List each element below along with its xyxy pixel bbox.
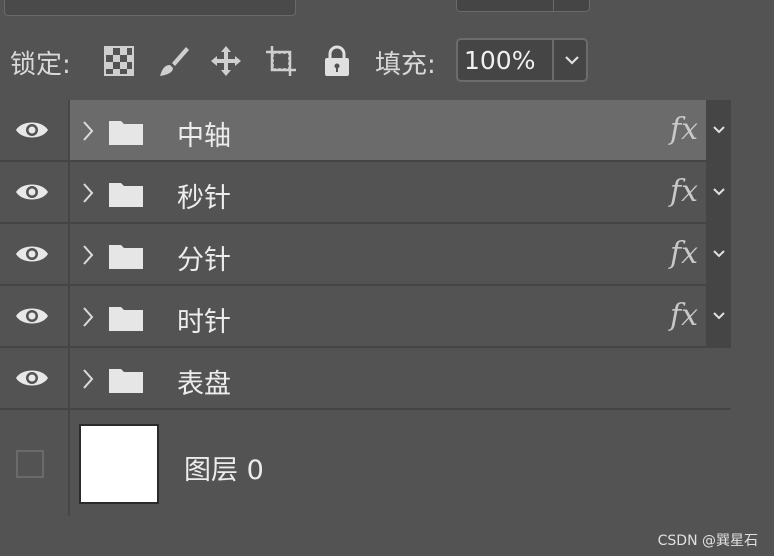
eye-icon: [16, 370, 48, 386]
layer-name[interactable]: 图层 0: [184, 448, 264, 487]
visibility-toggle[interactable]: [0, 286, 70, 346]
layer-row-background[interactable]: 图层 0: [0, 410, 731, 516]
effects-expand[interactable]: [706, 224, 731, 284]
lock-label: 锁定:: [10, 50, 71, 80]
layer-name[interactable]: 中轴: [177, 114, 231, 153]
chevron-right-icon[interactable]: [82, 182, 94, 204]
chevron-right-icon[interactable]: [82, 120, 94, 142]
panel-scroll-area: [731, 100, 774, 518]
effects-badge[interactable]: fx: [670, 174, 698, 209]
move-icon[interactable]: [209, 44, 243, 78]
chevron-down-icon: [713, 188, 725, 196]
lock-options-row: 锁定: 填充: 100%: [0, 22, 774, 100]
opacity-field[interactable]: [456, 0, 590, 12]
chevron-down-icon: [713, 126, 725, 134]
folder-icon: [109, 307, 143, 331]
layer-content[interactable]: 秒针 fx: [70, 162, 706, 222]
layer-thumbnail[interactable]: [79, 424, 159, 504]
layer-row[interactable]: 时针 fx: [0, 286, 731, 348]
chevron-right-icon[interactable]: [82, 306, 94, 328]
folder-icon: [109, 245, 143, 269]
effects-expand[interactable]: [706, 100, 731, 160]
chevron-right-icon[interactable]: [82, 368, 94, 390]
brush-icon[interactable]: [156, 44, 190, 78]
visibility-box-icon: [16, 450, 44, 478]
layer-row[interactable]: 中轴 fx: [0, 100, 731, 162]
blend-mode-dropdown[interactable]: [4, 0, 296, 16]
folder-icon: [109, 121, 143, 145]
checker-icon[interactable]: [102, 44, 136, 78]
layer-row[interactable]: 分针 fx: [0, 224, 731, 286]
effects-expand[interactable]: [706, 162, 731, 222]
fill-value[interactable]: 100%: [464, 46, 535, 75]
layer-content[interactable]: 分针 fx: [70, 224, 706, 284]
watermark: CSDN @巽星石: [657, 533, 758, 549]
effects-badge[interactable]: fx: [670, 112, 698, 147]
fill-label: 填充:: [375, 50, 436, 80]
visibility-toggle[interactable]: [0, 100, 70, 160]
eye-icon: [16, 184, 48, 200]
visibility-toggle[interactable]: [0, 348, 70, 408]
layer-name[interactable]: 表盘: [177, 362, 231, 401]
top-options-strip: [0, 0, 774, 22]
layer-content[interactable]: 中轴 fx: [70, 100, 706, 160]
effects-expand[interactable]: [706, 286, 731, 346]
fill-field[interactable]: 100%: [456, 38, 588, 82]
eye-icon: [16, 308, 48, 324]
visibility-toggle[interactable]: [0, 162, 70, 222]
layer-name[interactable]: 秒针: [177, 176, 231, 215]
layer-row[interactable]: 秒针 fx: [0, 162, 731, 224]
layers-list: 中轴 fx 秒针 fx 分针 fx 时针 fx 表盘 图层 0: [0, 100, 731, 516]
artboard-icon[interactable]: [264, 44, 298, 78]
layer-row[interactable]: 表盘: [0, 348, 731, 410]
layer-name[interactable]: 分针: [177, 238, 231, 277]
folder-icon: [109, 183, 143, 207]
visibility-toggle[interactable]: [0, 224, 70, 284]
visibility-toggle[interactable]: [0, 410, 70, 516]
chevron-down-icon: [713, 250, 725, 258]
layer-content[interactable]: 表盘: [70, 348, 731, 408]
eye-icon: [16, 122, 48, 138]
chevron-right-icon[interactable]: [82, 244, 94, 266]
layer-name[interactable]: 时针: [177, 300, 231, 339]
effects-badge[interactable]: fx: [670, 298, 698, 333]
padlock-icon[interactable]: [320, 44, 354, 78]
chevron-down-icon[interactable]: [562, 50, 582, 70]
folder-icon: [109, 369, 143, 393]
chevron-down-icon: [713, 312, 725, 320]
effects-badge[interactable]: fx: [670, 236, 698, 271]
eye-icon: [16, 246, 48, 262]
layer-content[interactable]: 时针 fx: [70, 286, 706, 346]
